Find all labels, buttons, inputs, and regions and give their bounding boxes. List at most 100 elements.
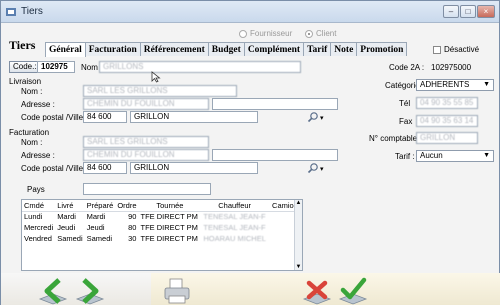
desactive-toggle[interactable]: Désactivé bbox=[433, 45, 479, 54]
tel-label: Tél bbox=[399, 99, 411, 108]
desactive-checkbox[interactable] bbox=[433, 45, 441, 54]
tab-facturation[interactable]: Facturation bbox=[84, 42, 141, 56]
code2a-label: Code 2A : bbox=[389, 63, 425, 72]
tournees-grid[interactable]: Cmdé Livré Préparé Ordre Tournée Chauffe… bbox=[21, 199, 303, 271]
column-header-prepare[interactable]: Préparé bbox=[84, 200, 116, 212]
tab-promotion[interactable]: Promotion bbox=[356, 42, 408, 56]
cancel-icon[interactable] bbox=[301, 277, 333, 305]
app-icon bbox=[6, 8, 16, 16]
cell-tournee: TFE DIRECT PM bbox=[140, 212, 198, 222]
cell-ordre: 80 bbox=[128, 223, 137, 232]
cell-chauffeur: TENESAL JEAN-F bbox=[203, 223, 266, 232]
nom-label: Nom bbox=[81, 63, 98, 72]
tarif-label: Tarif : bbox=[395, 152, 415, 161]
pays-label: Pays bbox=[27, 185, 45, 194]
cell-livre: Jeudi bbox=[57, 223, 76, 232]
numero-comptable-label: N° comptable : bbox=[369, 134, 422, 143]
facturation-adresse2-field[interactable] bbox=[212, 149, 338, 161]
cell-ordre: 30 bbox=[128, 234, 137, 243]
numero-comptable-field[interactable]: GRILLON bbox=[416, 132, 478, 144]
code-button-label: Code bbox=[13, 62, 33, 71]
facturation-nom-label: Nom : bbox=[21, 138, 43, 147]
grid-scrollbar[interactable]: ▲ ▼ bbox=[294, 200, 302, 270]
tab-complement[interactable]: Complément bbox=[243, 42, 305, 56]
facturation-adresse-field[interactable]: CHEMIN DU FOUILLON bbox=[83, 149, 209, 161]
code-field[interactable]: 102975 bbox=[37, 61, 75, 73]
scroll-down-icon[interactable]: ▼ bbox=[295, 264, 302, 270]
table-row[interactable]: Vendred Samedi Samedi 30 TFE DIRECT PM H… bbox=[22, 233, 302, 244]
scroll-up-icon[interactable]: ▲ bbox=[295, 200, 302, 206]
print-icon[interactable] bbox=[161, 277, 193, 305]
livraison-search-dropdown-icon[interactable]: ▾ bbox=[320, 114, 324, 122]
categorie-value: ADHERENTS bbox=[420, 80, 470, 89]
cell-chauffeur: HOARAU MICHEL bbox=[203, 234, 266, 243]
radio-fournisseur-circle[interactable] bbox=[239, 29, 247, 38]
tel-field[interactable]: 04 90 35 55 85 bbox=[416, 97, 478, 109]
cell-chauffeur: TENESAL JEAN-F bbox=[203, 212, 266, 222]
validate-icon[interactable] bbox=[337, 277, 369, 305]
livraison-adresse2-field[interactable] bbox=[212, 98, 338, 110]
cell-tournee: TFE DIRECT PM bbox=[140, 234, 198, 243]
tab-note[interactable]: Note bbox=[330, 42, 358, 56]
close-button[interactable]: × bbox=[477, 5, 495, 18]
maximize-button[interactable]: □ bbox=[460, 5, 476, 18]
code2a-value: 102975000 bbox=[431, 63, 472, 72]
previous-record-icon[interactable] bbox=[37, 277, 69, 305]
livraison-cp-field[interactable]: 84 600 bbox=[83, 111, 127, 123]
tab-general[interactable]: Général bbox=[45, 42, 86, 57]
facturation-adresse-label: Adresse : bbox=[21, 151, 55, 160]
categorie-label: Catégorie bbox=[385, 81, 420, 90]
tarif-select[interactable]: Aucun ▼ bbox=[416, 150, 494, 162]
tab-budget[interactable]: Budget bbox=[207, 42, 245, 56]
cell-cmde: Vendred bbox=[24, 234, 52, 243]
livraison-adresse-field[interactable]: CHEMIN DU FOUILLON bbox=[83, 98, 209, 110]
column-header-tournee[interactable]: Tournée bbox=[138, 200, 202, 212]
facturation-ville-field[interactable]: GRILLON bbox=[130, 162, 258, 174]
tab-bar: Général Facturation Référencement Budget… bbox=[45, 42, 408, 57]
nom-field[interactable]: GRILLONS bbox=[99, 61, 301, 73]
desactive-label: Désactivé bbox=[444, 45, 480, 54]
fax-label: Fax bbox=[399, 117, 413, 126]
code-button[interactable]: Code.: bbox=[9, 61, 41, 73]
cell-livre: Samedi bbox=[57, 234, 83, 243]
table-row[interactable]: Mercredi Jeudi Jeudi 80 TFE DIRECT PM TE… bbox=[22, 222, 302, 233]
fax-field[interactable]: 04 90 35 63 14 bbox=[416, 115, 478, 127]
next-record-icon[interactable] bbox=[74, 277, 106, 305]
table-header-row: Cmdé Livré Préparé Ordre Tournée Chauffe… bbox=[22, 200, 302, 212]
column-header-cmde[interactable]: Cmdé bbox=[22, 200, 56, 212]
livraison-nom-field[interactable]: SARL LES GRILLONS bbox=[83, 85, 237, 97]
facturation-search-dropdown-icon[interactable]: ▾ bbox=[320, 165, 324, 173]
minimize-button[interactable]: – bbox=[443, 5, 459, 18]
column-header-ordre[interactable]: Ordre bbox=[115, 200, 139, 212]
column-header-chauffeur[interactable]: Chauffeur bbox=[201, 200, 268, 212]
tab-tarif[interactable]: Tarif bbox=[303, 42, 332, 56]
column-header-livre[interactable]: Livré bbox=[55, 200, 85, 212]
chevron-down-icon: ▼ bbox=[483, 152, 490, 159]
facturation-search-icon[interactable] bbox=[307, 162, 319, 174]
cell-cmde: Mercredi bbox=[24, 223, 54, 232]
facturation-cp-field[interactable]: 84 600 bbox=[83, 162, 127, 174]
window-title: Tiers bbox=[21, 6, 43, 17]
radio-client[interactable]: Client bbox=[305, 29, 336, 38]
tab-referencement[interactable]: Référencement bbox=[139, 42, 209, 56]
cell-prepare: Jeudi bbox=[86, 223, 105, 232]
pays-field[interactable] bbox=[83, 183, 211, 195]
categorie-select[interactable]: ADHERENTS ▼ bbox=[416, 79, 494, 91]
mouse-cursor-icon bbox=[151, 71, 161, 83]
livraison-ville-field[interactable]: GRILLON bbox=[130, 111, 258, 123]
facturation-cp-label: Code postal /Ville bbox=[21, 164, 84, 173]
table-row[interactable]: Lundi Mardi Mardi 90 TFE DIRECT PM TENES… bbox=[22, 211, 302, 222]
radio-client-circle[interactable] bbox=[305, 29, 313, 38]
tiers-window: Tiers – □ × Fournisseur Client Tiers Gén… bbox=[0, 0, 500, 305]
livraison-adresse-label: Adresse : bbox=[21, 100, 55, 109]
radio-client-label: Client bbox=[316, 29, 337, 38]
radio-fournisseur[interactable]: Fournisseur bbox=[239, 29, 292, 38]
livraison-search-icon[interactable] bbox=[307, 111, 319, 123]
cell-ordre: 90 bbox=[128, 212, 137, 222]
tarif-value: Aucun bbox=[420, 151, 443, 160]
cell-cmde: Lundi bbox=[24, 212, 43, 222]
facturation-nom-field[interactable]: SARL LES GRILLONS bbox=[83, 136, 209, 148]
title-bar: Tiers – □ × bbox=[1, 1, 499, 23]
radio-fournisseur-label: Fournisseur bbox=[250, 29, 293, 38]
facturation-section-title: Facturation bbox=[9, 128, 50, 137]
